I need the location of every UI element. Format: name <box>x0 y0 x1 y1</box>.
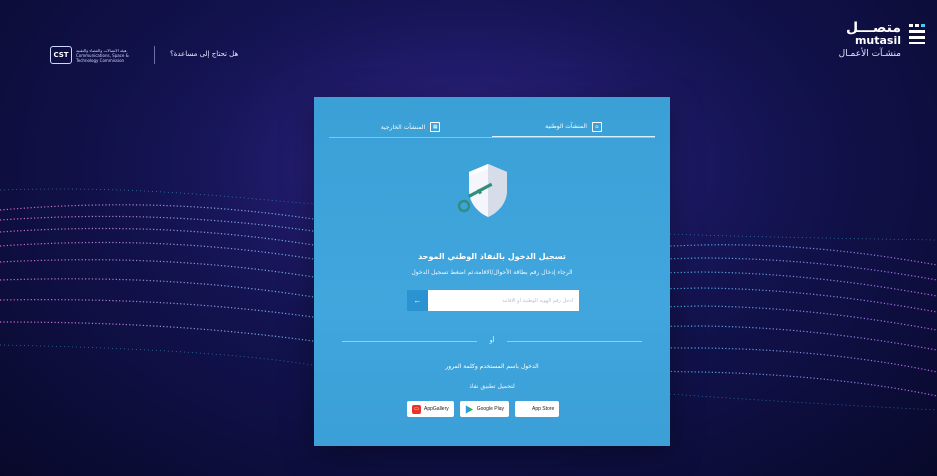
help-link[interactable]: هل تحتاج إلى مساعدة؟ <box>170 50 238 58</box>
app-store-buttons: ▭ AppGallery Google Play App Store <box>407 401 560 417</box>
or-text: أو <box>489 337 495 344</box>
login-page: CST هيئة الاتصالات والفضاء والتقنية Comm… <box>0 0 937 476</box>
tab-national-entities[interactable]: ⌂ المنشآت الوطنية <box>492 117 655 137</box>
shield-key-icon <box>457 164 507 217</box>
download-app-label: لتحميل تطبيق نفاذ <box>469 383 515 390</box>
tab-label: المنشآت الخارجية <box>380 123 426 131</box>
mutasil-logo[interactable]: متصـــل mutasil منشـآت الأعمـال <box>839 20 927 59</box>
login-card: ⌂ المنشآت الوطنية ▦ المنشآت الخارجية تسج… <box>314 97 670 446</box>
cst-logo-text: هيئة الاتصالات والفضاء والتقنية Communic… <box>76 47 129 63</box>
google-play-button[interactable]: Google Play <box>459 401 509 417</box>
store-label: App Store <box>531 406 555 412</box>
huawei-appgallery-icon: ▭ <box>412 404 421 414</box>
globe-building-icon: ▦ <box>430 122 441 132</box>
or-separator: أو <box>342 337 642 347</box>
national-id-field <box>407 290 579 311</box>
cst-logo-mark: CST <box>50 46 72 64</box>
username-password-login-link[interactable]: الدخول باسم المستخدم وكلمة المرور <box>314 363 670 370</box>
national-id-input[interactable] <box>407 291 579 310</box>
cst-logo[interactable]: CST هيئة الاتصالات والفضاء والتقنية Comm… <box>50 46 136 64</box>
apple-icon <box>520 405 529 414</box>
entity-tabs: ⌂ المنشآت الوطنية ▦ المنشآت الخارجية <box>329 117 655 137</box>
login-submit-button[interactable]: ← <box>407 290 428 311</box>
top-bar: CST هيئة الاتصالات والفضاء والتقنية Comm… <box>0 0 937 80</box>
login-subtitle: الرجاء إدخال رقم بطاقة الأحوال/الاقامة،ث… <box>411 269 573 276</box>
appgallery-button[interactable]: ▭ AppGallery <box>407 401 454 417</box>
tab-label: المنشآت الوطنية <box>545 123 587 130</box>
login-title: تسجيل الدخول بالنفاذ الوطني الموحد <box>418 252 566 261</box>
app-store-button[interactable]: App Store <box>514 401 560 417</box>
mutasil-grid-icon <box>909 24 925 44</box>
tabs-divider <box>329 137 655 138</box>
store-label: Google Play <box>476 406 504 412</box>
header-divider <box>154 46 155 64</box>
tab-foreign-entities[interactable]: ▦ المنشآت الخارجية <box>329 117 492 137</box>
store-label: AppGallery <box>424 406 449 412</box>
building-icon: ⌂ <box>591 121 602 132</box>
google-play-icon <box>465 404 474 414</box>
mutasil-brand-sub: منشـآت الأعمـال <box>838 49 901 59</box>
